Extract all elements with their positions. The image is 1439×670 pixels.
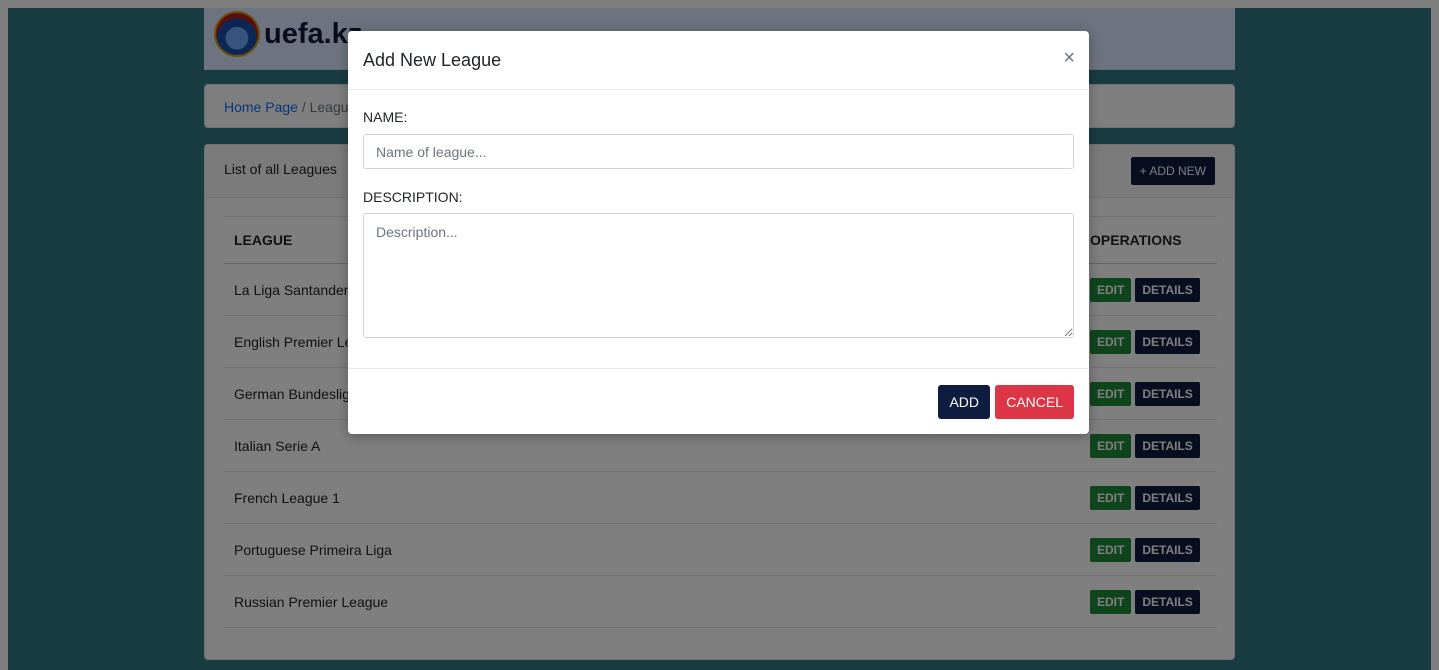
league-description-textarea[interactable] bbox=[363, 213, 1074, 338]
add-league-modal: Add New League × NAME: DESCRIPTION: ADD … bbox=[348, 31, 1089, 434]
name-label: NAME: bbox=[363, 109, 408, 125]
modal-header: Add New League × bbox=[348, 31, 1089, 90]
league-name-input[interactable] bbox=[363, 134, 1074, 169]
modal-footer: ADD CANCEL bbox=[348, 368, 1089, 435]
cancel-button[interactable]: CANCEL bbox=[995, 385, 1074, 419]
close-icon[interactable]: × bbox=[1063, 47, 1075, 69]
modal-title: Add New League bbox=[363, 50, 502, 70]
description-label: DESCRIPTION: bbox=[363, 189, 463, 205]
add-button[interactable]: ADD bbox=[938, 385, 990, 419]
